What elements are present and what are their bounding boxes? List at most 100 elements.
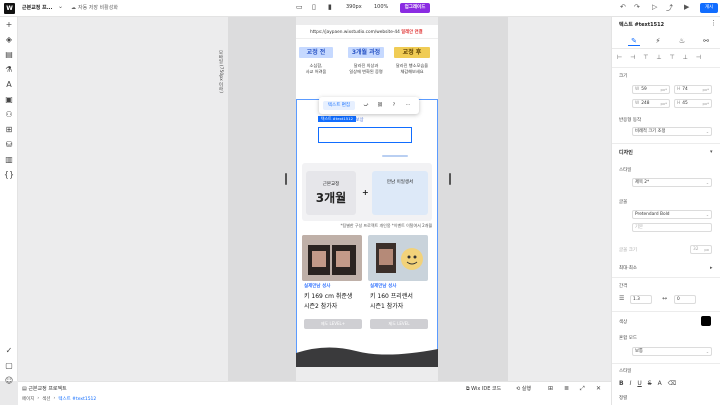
bold-icon[interactable]: B <box>619 380 624 387</box>
code-icon[interactable]: {} <box>3 169 15 181</box>
undo-icon[interactable]: ↶ <box>620 3 626 11</box>
responsive-dropdown[interactable]: 비례적 크기 조정 ⌄ <box>632 127 712 136</box>
person-button[interactable]: 제도 LEVEL+ <box>304 319 362 329</box>
media-icon[interactable]: ▣ <box>3 94 15 106</box>
project-label: ▤ 근본교정 프로젝트 <box>22 385 67 392</box>
table-icon[interactable]: ▥ <box>3 154 15 166</box>
pricing-area: 근본교정 3개월 + 만남 이일생서 <box>302 163 432 221</box>
preview-icon[interactable]: ▷ <box>652 3 657 11</box>
run-button[interactable]: ⟲ 실행 <box>516 385 531 392</box>
alignment-icons[interactable]: ⊢ ⊣ ⊤ ⊥ ⊤ ⊥ ⊣ <box>617 54 704 61</box>
pages-icon[interactable]: ▤ <box>3 49 15 61</box>
design-tab-icon[interactable]: ✎ <box>628 36 640 46</box>
ide-button[interactable]: ⧉ Wix IDE 코드 <box>466 385 501 392</box>
text-color-swatch[interactable] <box>701 316 711 326</box>
resize-handle-left[interactable] <box>285 173 287 185</box>
tablet-view-icon[interactable]: ▯ <box>312 3 316 11</box>
min-height-field[interactable]: H 45 px* <box>674 99 712 108</box>
layers-icon[interactable]: ◈ <box>3 34 15 46</box>
highlight-icon[interactable]: A <box>658 380 662 387</box>
width-dropdown[interactable]: 390px <box>346 4 362 10</box>
edit-text-button[interactable]: 텍스트 편집 <box>323 101 355 110</box>
animation-tab-icon[interactable]: ⚡ <box>652 36 664 46</box>
bottom-bar: ▤ 근본교정 프로젝트 페이지 › 섹션 › 텍스트 #text1512 ⧉ W… <box>18 381 611 405</box>
zoom-dropdown[interactable]: 100% <box>374 4 388 10</box>
mh-value: 45 <box>682 101 688 106</box>
line-height-field[interactable]: 1.3 <box>630 295 652 304</box>
upgrade-button[interactable]: 업그레이드 <box>400 3 430 13</box>
panel-title: 텍스트 #text1512 <box>619 22 665 28</box>
breakpoint-label: 모바일 (750px 이하) <box>218 50 223 93</box>
stage-label: 교정 후 <box>394 47 430 58</box>
weight-dropdown[interactable]: 기본 <box>632 223 712 232</box>
breadcrumb-item[interactable]: 페이지 <box>22 396 34 402</box>
w-value: 59 <box>641 87 647 92</box>
list-icon[interactable]: ≣ <box>564 385 569 392</box>
blend-dropdown[interactable]: 보통 ⌄ <box>632 347 712 356</box>
breadcrumb-separator: › <box>53 396 56 401</box>
panel-menu-icon[interactable]: ⋮ <box>710 19 717 27</box>
check-icon[interactable]: ✓ <box>3 345 15 357</box>
person-button[interactable]: 제도 LEVEL <box>370 319 428 329</box>
publish-button[interactable]: 게시 <box>700 3 718 13</box>
font-size-field[interactable]: 32 px <box>690 245 712 254</box>
link-icon[interactable]: ⛓ <box>375 101 385 110</box>
font-dropdown[interactable]: Pretendard Bold ⌄ <box>632 210 712 219</box>
wix-logo-icon[interactable]: W <box>4 3 15 14</box>
strikethrough-icon[interactable]: S <box>648 380 652 387</box>
expand-icon[interactable]: ⤢ <box>580 385 585 393</box>
text-icon[interactable]: A <box>3 79 15 91</box>
text-style-buttons: B I U S A ⌫ <box>619 380 676 387</box>
components-icon[interactable]: ⚇ <box>3 109 15 121</box>
add-icon[interactable]: + <box>3 19 15 31</box>
cms-icon[interactable]: ⛁ <box>3 139 15 151</box>
chevron-down-icon: ⌄ <box>705 180 709 185</box>
style-dropdown[interactable]: 제목 2* ⌄ <box>632 178 712 187</box>
w-prefix: W <box>635 87 640 92</box>
width-field[interactable]: W 59 px* <box>632 85 670 94</box>
style-label: 스타일 <box>619 168 632 173</box>
close-icon[interactable]: ✕ <box>596 385 601 392</box>
line-height-value: 1.3 <box>633 297 640 302</box>
expand-icon[interactable]: ▸ <box>710 265 713 271</box>
divider <box>612 277 720 278</box>
redo-icon[interactable]: ↷ <box>634 3 640 11</box>
person-line1: 키 160 프리랜서 <box>370 293 413 300</box>
stage-label: 3개월 과정 <box>348 47 384 58</box>
apps-icon[interactable]: ⊞ <box>3 124 15 136</box>
letter-spacing-field[interactable]: 0 <box>674 295 696 304</box>
stage-row: 교정 전 3개월 과정 교정 후 소심함, 사교 어려움 달라진 의상과 일상에… <box>296 47 438 97</box>
desktop-view-icon[interactable]: ▭ <box>296 3 303 11</box>
help-icon[interactable]: ? <box>389 101 399 110</box>
collapse-icon[interactable]: ▾ <box>710 149 713 155</box>
underline-icon[interactable]: U <box>637 380 641 387</box>
project-name[interactable]: 근본교정 프로젝트 <box>28 386 66 392</box>
more-icon[interactable]: ··· <box>403 101 413 110</box>
price-card: 근본교정 3개월 <box>306 171 356 215</box>
mobile-view-icon[interactable]: ▮ <box>328 3 332 11</box>
animation-icon[interactable]: ⤻ <box>361 101 371 110</box>
design-icon[interactable]: ⚗ <box>3 64 15 76</box>
share-icon[interactable]: ⤴ <box>666 3 673 13</box>
breadcrumb-item[interactable]: 섹션 <box>42 396 50 402</box>
connect-domain-link[interactable]: 일레안 연결 <box>401 30 422 35</box>
chevron-down-icon[interactable]: ⌄ <box>58 3 63 10</box>
selected-textbox[interactable] <box>318 127 412 143</box>
font-size-unit: px <box>704 247 709 252</box>
play-icon[interactable]: ▶ <box>684 3 689 11</box>
url-bar: https://jaypaen.wixstudio.com/website-44… <box>296 25 438 39</box>
height-field[interactable]: H 74 px* <box>674 85 712 94</box>
italic-icon[interactable]: I <box>630 380 632 387</box>
min-width-field[interactable]: W 248 px* <box>632 99 670 108</box>
resize-handle-right[interactable] <box>449 173 451 185</box>
interaction-tab-icon[interactable]: ♨ <box>676 36 688 46</box>
grid-icon[interactable]: ⊞ <box>548 385 553 392</box>
clear-format-icon[interactable]: ⌫ <box>668 380 676 387</box>
account-icon[interactable]: ☺ <box>3 375 15 387</box>
link-tab-icon[interactable]: ⚯ <box>700 36 712 46</box>
stage-desc: 달라진 의상과 일상에 변화된 증명 <box>349 63 383 74</box>
mw-value: 248 <box>641 101 650 106</box>
chat-icon[interactable]: ▢ <box>3 360 15 372</box>
site-name[interactable]: 근본교정 프... <box>22 4 52 11</box>
breadcrumb-item[interactable]: 텍스트 #text1512 <box>58 396 96 402</box>
